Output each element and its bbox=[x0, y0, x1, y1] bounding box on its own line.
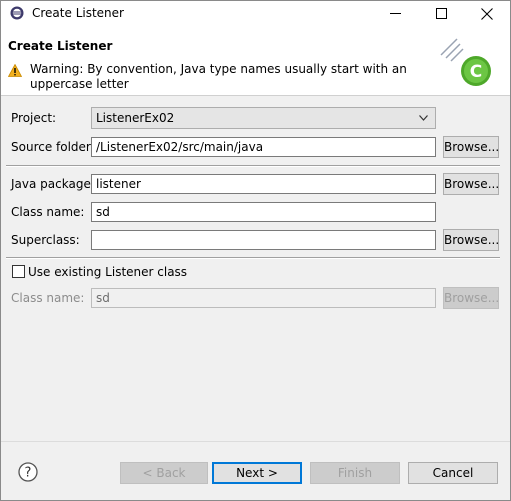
superclass-browse-button[interactable]: Browse... bbox=[443, 229, 499, 251]
banner-title: Create Listener bbox=[8, 39, 113, 53]
existing-class-name-field: sd bbox=[91, 288, 436, 308]
project-value: ListenerEx02 bbox=[96, 111, 175, 125]
close-icon bbox=[481, 7, 493, 20]
svg-text:C: C bbox=[470, 62, 482, 82]
existing-class-name-label: Class name: bbox=[11, 291, 85, 305]
source-folder-browse-button[interactable]: Browse... bbox=[443, 136, 499, 158]
class-name-field[interactable]: sd bbox=[91, 202, 436, 222]
svg-text:?: ? bbox=[25, 466, 32, 481]
warning-message: Warning: By convention, Java type names … bbox=[30, 62, 407, 91]
java-package-field[interactable]: listener bbox=[91, 174, 436, 194]
eclipse-icon bbox=[10, 6, 24, 20]
java-package-browse-button[interactable]: Browse... bbox=[443, 173, 499, 195]
create-listener-dialog: Create Listener Create Listener Warning:… bbox=[0, 0, 511, 501]
footer-separator bbox=[1, 441, 510, 442]
existing-class-browse-button: Browse... bbox=[443, 287, 499, 309]
use-existing-label[interactable]: Use existing Listener class bbox=[28, 265, 187, 279]
minimize-icon bbox=[389, 13, 401, 14]
java-package-label: Java package: bbox=[11, 177, 95, 191]
finish-button: Finish bbox=[310, 462, 400, 484]
maximize-button[interactable] bbox=[418, 1, 464, 26]
project-label: Project: bbox=[11, 111, 57, 125]
minimize-button[interactable] bbox=[372, 1, 418, 26]
superclass-field[interactable] bbox=[91, 230, 436, 250]
next-button[interactable]: Next > bbox=[212, 462, 302, 484]
help-icon[interactable]: ? bbox=[18, 462, 38, 482]
source-folder-label: Source folder: bbox=[11, 140, 95, 154]
title-bar[interactable]: Create Listener bbox=[1, 1, 510, 26]
maximize-icon bbox=[435, 8, 447, 19]
new-class-wizard-icon: C bbox=[440, 38, 491, 86]
source-folder-field[interactable]: /ListenerEx02/src/main/java bbox=[91, 137, 436, 157]
window-title: Create Listener bbox=[32, 6, 124, 20]
warning-icon bbox=[8, 64, 22, 77]
class-name-label: Class name: bbox=[11, 205, 85, 219]
separator bbox=[6, 165, 500, 167]
close-button[interactable] bbox=[464, 1, 510, 26]
superclass-label: Superclass: bbox=[11, 233, 80, 247]
separator bbox=[6, 257, 500, 259]
use-existing-checkbox[interactable] bbox=[12, 265, 25, 278]
chevron-down-icon bbox=[419, 115, 428, 121]
cancel-button[interactable]: Cancel bbox=[408, 462, 498, 484]
back-button: < Back bbox=[120, 462, 208, 484]
wizard-banner: Create Listener Warning: By convention, … bbox=[1, 26, 510, 96]
project-combo[interactable]: ListenerEx02 bbox=[91, 107, 436, 129]
